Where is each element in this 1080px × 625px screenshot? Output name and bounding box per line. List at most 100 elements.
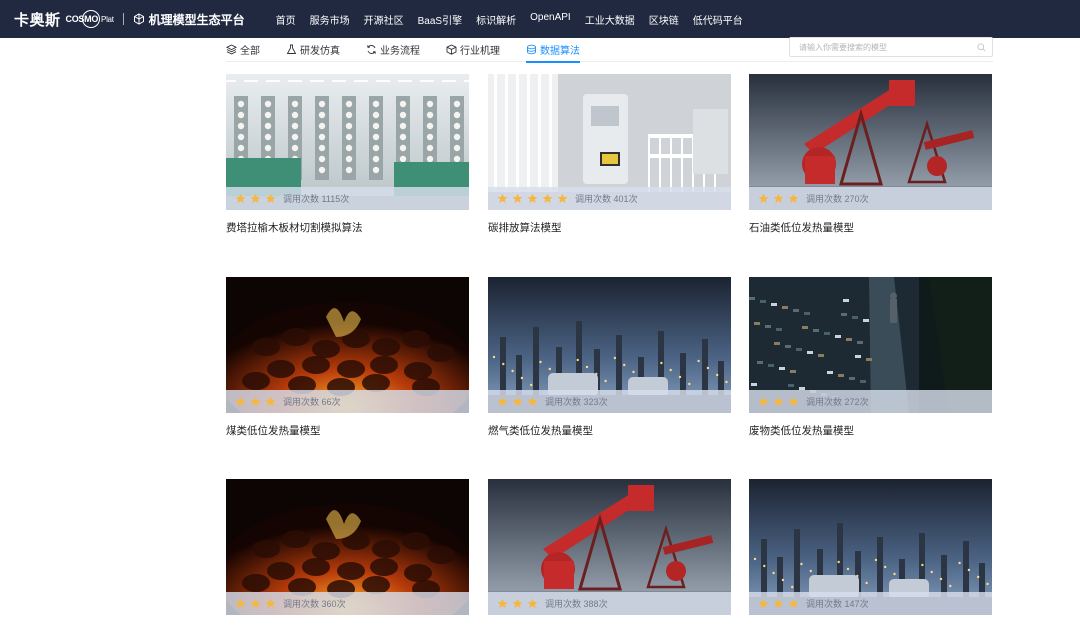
star-icon <box>265 396 276 406</box>
tab-0[interactable]: 全部 <box>226 38 260 62</box>
layers-icon <box>226 44 237 55</box>
call-count-label: 调用次数 <box>806 397 843 407</box>
nav-item-5[interactable]: OpenAPI <box>530 12 571 27</box>
call-count-value: 66 <box>321 397 332 407</box>
stack-icon <box>527 44 536 55</box>
star-icon <box>788 193 799 203</box>
nav-item-3[interactable]: BaaS引擎 <box>418 12 462 27</box>
model-card[interactable]: 调用次数 360次 <box>226 479 469 625</box>
model-thumbnail[interactable]: 调用次数 360次 <box>226 479 469 615</box>
model-thumbnail[interactable]: 调用次数 272次 <box>749 277 992 413</box>
call-count-label: 调用次数 <box>283 397 320 407</box>
model-thumbnail[interactable]: 调用次数 1115次 <box>226 74 469 210</box>
call-count: 调用次数 272次 <box>806 395 869 408</box>
tab-2[interactable]: 业务流程 <box>366 38 420 62</box>
call-count-value: 360 <box>321 599 337 609</box>
model-title[interactable]: 燃气类低位发热量模型 <box>488 423 731 438</box>
model-card[interactable]: 调用次数 272次废物类低位发热量模型 <box>749 277 992 438</box>
model-card[interactable]: 调用次数 1115次费塔拉榆木板材切割模拟算法 <box>226 74 469 235</box>
rating-bar: 调用次数 388次 <box>488 592 731 615</box>
model-title[interactable]: 煤类低位发热量模型 <box>226 423 469 438</box>
call-count-label: 调用次数 <box>575 194 612 204</box>
star-icon <box>758 396 769 406</box>
call-count-value: 401 <box>613 194 629 204</box>
brand-logo[interactable]: 卡奥斯 COSMO Plat <box>14 9 114 30</box>
model-card[interactable]: 调用次数 323次燃气类低位发热量模型 <box>488 277 731 438</box>
star-icon <box>497 598 508 608</box>
tab-1[interactable]: 研发仿真 <box>286 38 340 62</box>
nav-item-8[interactable]: 低代码平台 <box>693 12 743 27</box>
call-count-label: 调用次数 <box>806 194 843 204</box>
cube-icon <box>133 13 144 25</box>
search-icon[interactable] <box>977 42 986 52</box>
nav-item-6[interactable]: 工业大数据 <box>585 12 635 27</box>
platform-title-text: 机理模型生态平台 <box>148 12 245 27</box>
star-icon <box>235 193 246 203</box>
plat-text: Plat <box>101 14 114 24</box>
model-thumbnail[interactable]: 调用次数 66次 <box>226 277 469 413</box>
star-icon <box>512 193 523 203</box>
nav-item-4[interactable]: 标识解析 <box>476 12 516 27</box>
call-count: 调用次数 270次 <box>806 192 869 205</box>
rating-bar: 调用次数 147次 <box>749 592 992 615</box>
platform-title[interactable]: 机理模型生态平台 <box>133 11 245 28</box>
tab-3[interactable]: 行业机理 <box>446 38 500 62</box>
rating-bar: 调用次数 401次 <box>488 187 731 210</box>
rating-bar: 调用次数 272次 <box>749 390 992 413</box>
model-card[interactable]: 调用次数 401次碳排放算法模型 <box>488 74 731 235</box>
nav-item-0[interactable]: 首页 <box>276 12 296 27</box>
call-count-value: 388 <box>583 599 599 609</box>
call-count-suffix: 次 <box>331 397 341 407</box>
star-icon <box>773 193 784 203</box>
model-title[interactable]: 废物类低位发热量模型 <box>749 423 992 438</box>
model-thumbnail[interactable]: 调用次数 270次 <box>749 74 992 210</box>
call-count-suffix: 次 <box>598 397 608 407</box>
call-count-value: 272 <box>844 397 860 407</box>
model-title[interactable]: 石油类低位发热量模型 <box>749 220 992 235</box>
model-thumbnail[interactable]: 调用次数 388次 <box>488 479 731 615</box>
star-icon <box>512 396 523 406</box>
call-count-label: 调用次数 <box>545 599 582 609</box>
model-card[interactable]: 调用次数 66次煤类低位发热量模型 <box>226 277 469 438</box>
star-icon <box>512 598 523 608</box>
refresh-icon <box>367 45 376 54</box>
star-icon <box>265 193 276 203</box>
model-search[interactable] <box>789 37 993 57</box>
call-count-suffix: 次 <box>628 194 638 204</box>
star-icon <box>527 598 538 608</box>
nav-item-7[interactable]: 区块链 <box>649 12 679 27</box>
call-count-suffix: 次 <box>859 599 869 609</box>
rating-bar: 调用次数 1115次 <box>226 187 469 210</box>
call-count: 调用次数 388次 <box>545 597 608 610</box>
call-count-value: 147 <box>844 599 860 609</box>
star-icon <box>250 193 261 203</box>
call-count-label: 调用次数 <box>283 599 320 609</box>
tab-4[interactable]: 数据算法 <box>526 38 580 63</box>
star-icon <box>250 396 261 406</box>
tab-label: 研发仿真 <box>300 46 340 57</box>
call-count: 调用次数 401次 <box>575 192 638 205</box>
model-thumbnail[interactable]: 调用次数 401次 <box>488 74 731 210</box>
tab-label: 行业机理 <box>460 46 500 57</box>
call-count-value: 323 <box>583 397 599 407</box>
rating-bar: 调用次数 360次 <box>226 592 469 615</box>
star-icon <box>235 598 246 608</box>
model-card[interactable]: 调用次数 147次 <box>749 479 992 625</box>
model-card[interactable]: 调用次数 388次 <box>488 479 731 625</box>
brand-divider <box>122 13 124 25</box>
model-title[interactable]: 费塔拉榆木板材切割模拟算法 <box>226 220 469 235</box>
star-icon <box>788 396 799 406</box>
model-thumbnail[interactable]: 调用次数 323次 <box>488 277 731 413</box>
star-icon <box>773 396 784 406</box>
model-title[interactable]: 碳排放算法模型 <box>488 220 731 235</box>
call-count: 调用次数 147次 <box>806 597 869 610</box>
nav-item-1[interactable]: 服务市场 <box>310 12 350 27</box>
model-card[interactable]: 调用次数 270次石油类低位发热量模型 <box>749 74 992 235</box>
model-thumbnail[interactable]: 调用次数 147次 <box>749 479 992 615</box>
tab-label: 业务流程 <box>380 46 420 57</box>
star-icon <box>758 193 769 203</box>
nav-item-2[interactable]: 开源社区 <box>364 12 404 27</box>
call-count-label: 调用次数 <box>545 397 582 407</box>
search-input[interactable] <box>799 42 977 52</box>
call-count-value: 270 <box>844 194 860 204</box>
